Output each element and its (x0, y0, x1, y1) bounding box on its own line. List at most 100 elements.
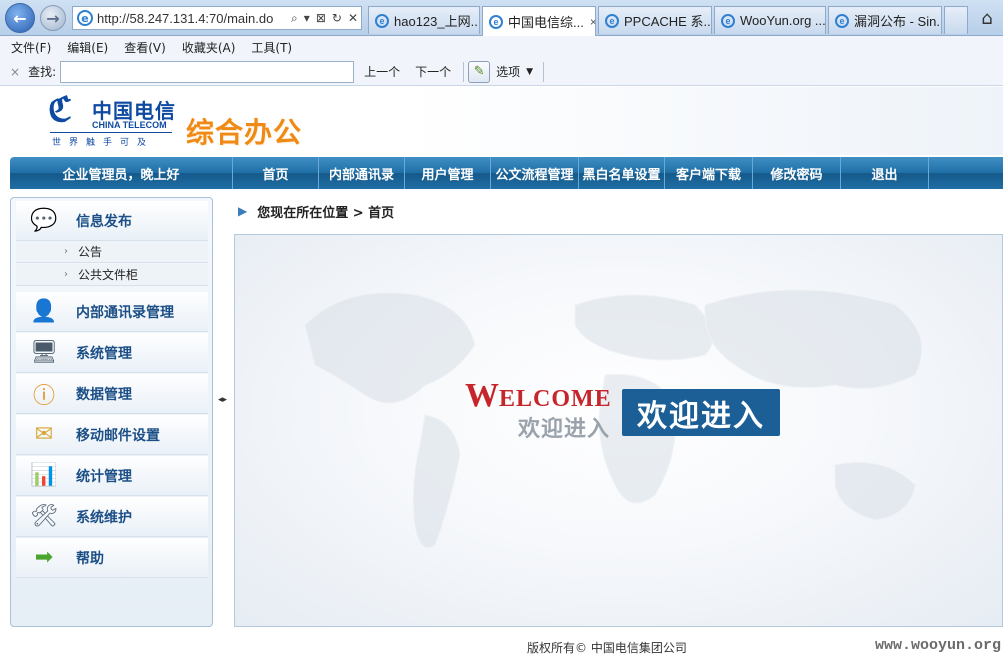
sidebar-splitter[interactable] (217, 197, 227, 627)
site-header: ℭ 中国电信 CHINA TELECOM 世界触手可及 综合办公 (0, 87, 1003, 155)
menu-tools[interactable]: 工具(T) (251, 39, 292, 56)
divider (50, 132, 172, 133)
new-tab-button[interactable] (944, 6, 968, 34)
back-button[interactable]: ← (5, 3, 35, 33)
logo-en: CHINA TELECOM (92, 120, 167, 130)
chevron-right-icon: › (64, 269, 68, 280)
divider (928, 157, 929, 189)
sidebar-item-label: 公共文件柜 (78, 268, 139, 282)
menu-bar: 文件(F) 编辑(E) 查看(V) 收藏夹(A) 工具(T) (0, 36, 1003, 58)
nav-change-password[interactable]: 修改密码 (752, 157, 840, 189)
web-page: ℭ 中国电信 CHINA TELECOM 世界触手可及 综合办公 企业管理员，晚… (0, 87, 1003, 655)
user-icon: 👤 (30, 299, 58, 324)
chat-bubbles-icon: 💬 (30, 208, 58, 233)
app-title: 综合办公 (186, 116, 303, 149)
divider (543, 61, 545, 82)
info-icon: ⓘ (32, 383, 55, 409)
arrow-left-icon: ← (13, 8, 27, 28)
ie-logo-icon: e (721, 13, 735, 28)
browser-tab[interactable]: e hao123_上网... (368, 6, 480, 34)
tab-title: 漏洞公布 - Sin... (854, 14, 942, 29)
ie-logo-icon: e (489, 14, 503, 29)
sidebar-item-label: 公告 (78, 245, 103, 259)
sidebar-group-help[interactable]: ➡ 帮助 (16, 538, 208, 578)
dropdown-caret-icon[interactable]: ▾ (304, 11, 310, 25)
sidebar-group-label: 系统管理 (76, 345, 132, 362)
copyright-text: 版权所有© 中国电信集团公司 (527, 641, 687, 655)
nav-document-workflow[interactable]: 公文流程管理 (490, 157, 578, 189)
sidebar-group-maintenance[interactable]: 🛠 系统维护 (16, 497, 208, 537)
ie-logo-icon: e (835, 13, 849, 28)
sidebar-group-label: 系统维护 (76, 509, 132, 526)
bar-chart-icon: 📊 (30, 463, 58, 488)
location-arrow-icon: ▶ (238, 204, 248, 218)
nav-black-white-list[interactable]: 黑白名单设置 (578, 157, 664, 189)
tab-title: hao123_上网... (394, 14, 480, 29)
address-bar[interactable]: e http://58.247.131.4:70/main.do ⌕ ▾ ⊠ ↻… (72, 6, 362, 30)
chevron-right-icon: › (64, 246, 68, 257)
find-input[interactable] (60, 60, 355, 83)
logo-slogan: 世界触手可及 (52, 138, 155, 148)
chevron-down-icon[interactable]: ▼ (526, 67, 533, 77)
sidebar: 💬 信息发布 › 公告 › 公共文件柜 👤 内部通讯录管理 🖥 系统管理 ⓘ 数… (10, 197, 213, 627)
sidebar-group-mobile-mail[interactable]: ✉ 移动邮件设置 (16, 415, 208, 455)
browser-tab[interactable]: e 漏洞公布 - Sin... (828, 6, 942, 34)
breadcrumb: ▶ 您现在所在位置 > 首页 (232, 199, 1003, 223)
sidebar-group-label: 帮助 (76, 550, 104, 567)
find-next-button[interactable]: 下一个 (415, 63, 451, 80)
refresh-icon[interactable]: ↻ (332, 11, 342, 25)
ie-logo-icon: e (375, 13, 389, 28)
close-tab-icon[interactable]: × (590, 15, 595, 29)
welcome-initial: W (465, 377, 499, 414)
menu-edit[interactable]: 编辑(E) (67, 39, 108, 56)
find-close-icon[interactable]: × (10, 65, 20, 79)
sidebar-group-statistics[interactable]: 📊 统计管理 (16, 456, 208, 496)
browser-tab-strip: ← → e http://58.247.131.4:70/main.do ⌕ ▾… (0, 0, 1003, 36)
user-greeting: 企业管理员，晚上好 (62, 167, 180, 183)
breadcrumb-text: 您现在所在位置 > 首页 (257, 205, 395, 221)
sidebar-group-data[interactable]: ⓘ 数据管理 (16, 374, 208, 414)
address-url[interactable]: http://58.247.131.4:70/main.do (97, 11, 288, 26)
find-bar: × 查找: 上一个 下一个 ✎ 选项 ▼ (0, 58, 1003, 86)
divider (463, 61, 465, 82)
home-icon[interactable]: ⌂ (971, 2, 1003, 34)
stop-icon[interactable]: ✕ (348, 11, 358, 25)
ie-logo-icon: e (77, 10, 93, 26)
sidebar-item-public-files[interactable]: › 公共文件柜 (16, 264, 208, 286)
envelope-icon: ✉ (34, 422, 54, 447)
tab-title: PPCACHE 系... (624, 14, 712, 29)
find-options-button[interactable]: 选项 (496, 63, 520, 80)
menu-file[interactable]: 文件(F) (11, 39, 51, 56)
welcome-chinese-box: 欢迎进入 (622, 389, 780, 436)
nav-logout[interactable]: 退出 (840, 157, 928, 189)
find-prev-button[interactable]: 上一个 (364, 63, 400, 80)
welcome-chinese-grey: 欢迎进入 (518, 417, 611, 442)
sidebar-group-system[interactable]: 🖥 系统管理 (16, 333, 208, 373)
nav-client-download[interactable]: 客户端下载 (664, 157, 752, 189)
nav-user-management[interactable]: 用户管理 (404, 157, 490, 189)
browser-tab-active[interactable]: e 中国电信综... × (482, 6, 596, 36)
tab-title: 中国电信综... (508, 15, 584, 30)
find-label: 查找: (28, 65, 57, 79)
compat-view-icon[interactable]: ⊠ (316, 11, 326, 25)
welcome-english: WELCOME (465, 377, 612, 415)
nav-address-book[interactable]: 内部通讯录 (318, 157, 404, 189)
collapse-toggle-icon[interactable]: ◂▸ (218, 395, 227, 405)
highlight-pen-icon[interactable]: ✎ (468, 60, 491, 83)
browser-tab[interactable]: e WooYun.org ... (714, 6, 826, 34)
sidebar-group-label: 统计管理 (76, 468, 132, 485)
nav-home[interactable]: 首页 (232, 157, 318, 189)
menu-view[interactable]: 查看(V) (124, 39, 166, 56)
sidebar-group-info-publish[interactable]: 💬 信息发布 (16, 201, 208, 241)
tools-icon: 🛠 (30, 504, 58, 529)
forward-button[interactable]: → (40, 5, 66, 31)
sidebar-item-announcement[interactable]: › 公告 (16, 241, 208, 263)
footer: 版权所有© 中国电信集团公司 www.wooyun.org (0, 636, 1003, 655)
arrow-right-icon: → (46, 8, 60, 28)
browser-tab[interactable]: e PPCACHE 系... (598, 6, 712, 34)
sidebar-group-label: 内部通讯录管理 (76, 304, 174, 321)
search-icon[interactable]: ⌕ (291, 11, 298, 26)
welcome-rest: ELCOME (499, 386, 612, 412)
menu-favorites[interactable]: 收藏夹(A) (182, 39, 236, 56)
sidebar-group-address-book[interactable]: 👤 内部通讯录管理 (16, 292, 208, 332)
